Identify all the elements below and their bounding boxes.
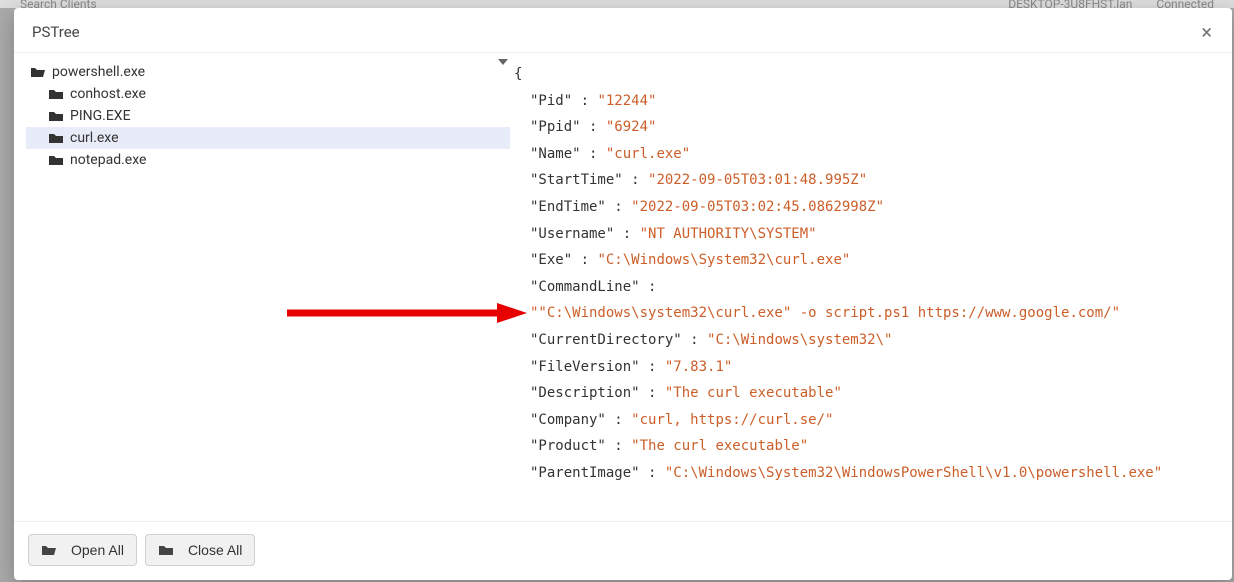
detail-row-pid: "Pid" : "12244"	[514, 88, 1224, 115]
detail-value: "2022-09-05T03:01:48.995Z"	[648, 172, 867, 188]
detail-key: "Name"	[530, 146, 581, 162]
colon: :	[581, 146, 606, 162]
detail-value: "12244"	[597, 93, 656, 109]
background-toolbar: Search Clients DESKTOP-3U8FHST.lan Conne…	[0, 0, 1234, 8]
colon: :	[606, 412, 631, 428]
modal-body: powershell.exe conhost.exe PING.EXE curl.ex…	[14, 53, 1232, 521]
colon: :	[606, 199, 631, 215]
folder-open-icon	[30, 65, 46, 79]
detail-row-parentimage: "ParentImage" : "C:\Windows\System32\Win…	[514, 460, 1224, 487]
detail-value: ""C:\Windows\system32\curl.exe" -o scrip…	[530, 305, 1120, 321]
tree-item-label: powershell.exe	[52, 64, 145, 80]
colon: :	[581, 119, 606, 135]
tree-item-powershell-exe[interactable]: powershell.exe	[26, 61, 510, 83]
process-tree-pane: powershell.exe conhost.exe PING.EXE curl.ex…	[14, 53, 514, 521]
open-all-button[interactable]: Open All	[28, 534, 137, 566]
tree-item-label: PING.EXE	[70, 108, 131, 124]
detail-key: "ParentImage"	[530, 465, 640, 481]
colon: :	[572, 93, 597, 109]
tree-item-label: notepad.exe	[70, 152, 146, 168]
colon: :	[640, 465, 665, 481]
detail-value: "C:\Windows\system32\"	[707, 332, 892, 348]
colon: :	[614, 226, 639, 242]
detail-value: "The curl executable"	[631, 438, 808, 454]
detail-key: "Pid"	[530, 93, 572, 109]
modal-footer: Open All Close All	[14, 521, 1232, 580]
detail-key: "StartTime"	[530, 172, 623, 188]
tree-item-label: conhost.exe	[70, 86, 146, 102]
folder-icon	[48, 153, 64, 167]
detail-key: "Product"	[530, 438, 606, 454]
detail-key: "CurrentDirectory"	[530, 332, 682, 348]
folder-open-icon	[41, 543, 57, 557]
detail-value: "curl.exe"	[606, 146, 690, 162]
open-all-label: Open All	[71, 542, 124, 558]
detail-row-name: "Name" : "curl.exe"	[514, 141, 1224, 168]
detail-value: "6924"	[606, 119, 657, 135]
colon: :	[640, 359, 665, 375]
detail-value: "The curl executable"	[665, 385, 842, 401]
detail-key: "Company"	[530, 412, 606, 428]
detail-row-ppid: "Ppid" : "6924"	[514, 114, 1224, 141]
detail-key: "FileVersion"	[530, 359, 640, 375]
colon: :	[623, 172, 648, 188]
detail-value: "C:\Windows\System32\curl.exe"	[597, 252, 850, 268]
detail-row-currentdirectory: "CurrentDirectory" : "C:\Windows\system3…	[514, 327, 1224, 354]
folder-icon	[48, 87, 64, 101]
detail-row-exe: "Exe" : "C:\Windows\System32\curl.exe"	[514, 247, 1224, 274]
chevron-down-icon[interactable]	[498, 59, 508, 65]
close-all-button[interactable]: Close All	[145, 534, 255, 566]
detail-value: "7.83.1"	[665, 359, 732, 375]
folder-icon	[48, 109, 64, 123]
bg-search-text: Search Clients	[20, 0, 97, 8]
detail-row-username: "Username" : "NT AUTHORITY\SYSTEM"	[514, 221, 1224, 248]
colon: :	[572, 252, 597, 268]
modal-header: PSTree ×	[14, 8, 1232, 53]
detail-key: "CommandLine"	[530, 279, 640, 295]
detail-row-description: "Description" : "The curl executable"	[514, 380, 1224, 407]
tree-item-conhost-exe[interactable]: conhost.exe	[26, 83, 510, 105]
detail-key: "Exe"	[530, 252, 572, 268]
bg-status: Connected	[1156, 0, 1214, 8]
close-icon[interactable]: ×	[1201, 22, 1212, 42]
colon: :	[640, 279, 657, 295]
bg-client-name: DESKTOP-3U8FHST.lan	[1008, 0, 1132, 8]
tree-item-curl-exe[interactable]: curl.exe	[26, 127, 510, 149]
colon: :	[682, 332, 707, 348]
detail-key: "Username"	[530, 226, 614, 242]
tree-item-notepad-exe[interactable]: notepad.exe	[26, 149, 510, 171]
detail-value: "curl, https://curl.se/"	[631, 412, 833, 428]
detail-key: "EndTime"	[530, 199, 606, 215]
detail-row-endtime: "EndTime" : "2022-09-05T03:02:45.0862998…	[514, 194, 1224, 221]
detail-row-fileversion: "FileVersion" : "7.83.1"	[514, 354, 1224, 381]
json-open-brace: {	[514, 61, 1224, 88]
detail-pane: { "Pid" : "12244""Ppid" : "6924""Name" :…	[514, 53, 1232, 521]
tree-item-ping-exe[interactable]: PING.EXE	[26, 105, 510, 127]
colon: :	[640, 385, 665, 401]
detail-row-starttime: "StartTime" : "2022-09-05T03:01:48.995Z"	[514, 167, 1224, 194]
folder-icon	[158, 543, 174, 557]
detail-value: "2022-09-05T03:02:45.0862998Z"	[631, 199, 884, 215]
detail-value: "NT AUTHORITY\SYSTEM"	[640, 226, 817, 242]
detail-value-row: ""C:\Windows\system32\curl.exe" -o scrip…	[514, 300, 1224, 327]
detail-row-product: "Product" : "The curl executable"	[514, 433, 1224, 460]
detail-row-commandline: "CommandLine" :	[514, 274, 1224, 301]
folder-icon	[48, 131, 64, 145]
detail-key: "Ppid"	[530, 119, 581, 135]
close-all-label: Close All	[188, 542, 242, 558]
colon: :	[606, 438, 631, 454]
tree-item-label: curl.exe	[70, 130, 119, 146]
pstree-modal: PSTree × powershell.exe conhost.exe PING.E…	[14, 8, 1232, 580]
detail-row-company: "Company" : "curl, https://curl.se/"	[514, 407, 1224, 434]
detail-value: "C:\Windows\System32\WindowsPowerShell\v…	[665, 465, 1162, 481]
detail-key: "Description"	[530, 385, 640, 401]
modal-title: PSTree	[32, 23, 80, 41]
